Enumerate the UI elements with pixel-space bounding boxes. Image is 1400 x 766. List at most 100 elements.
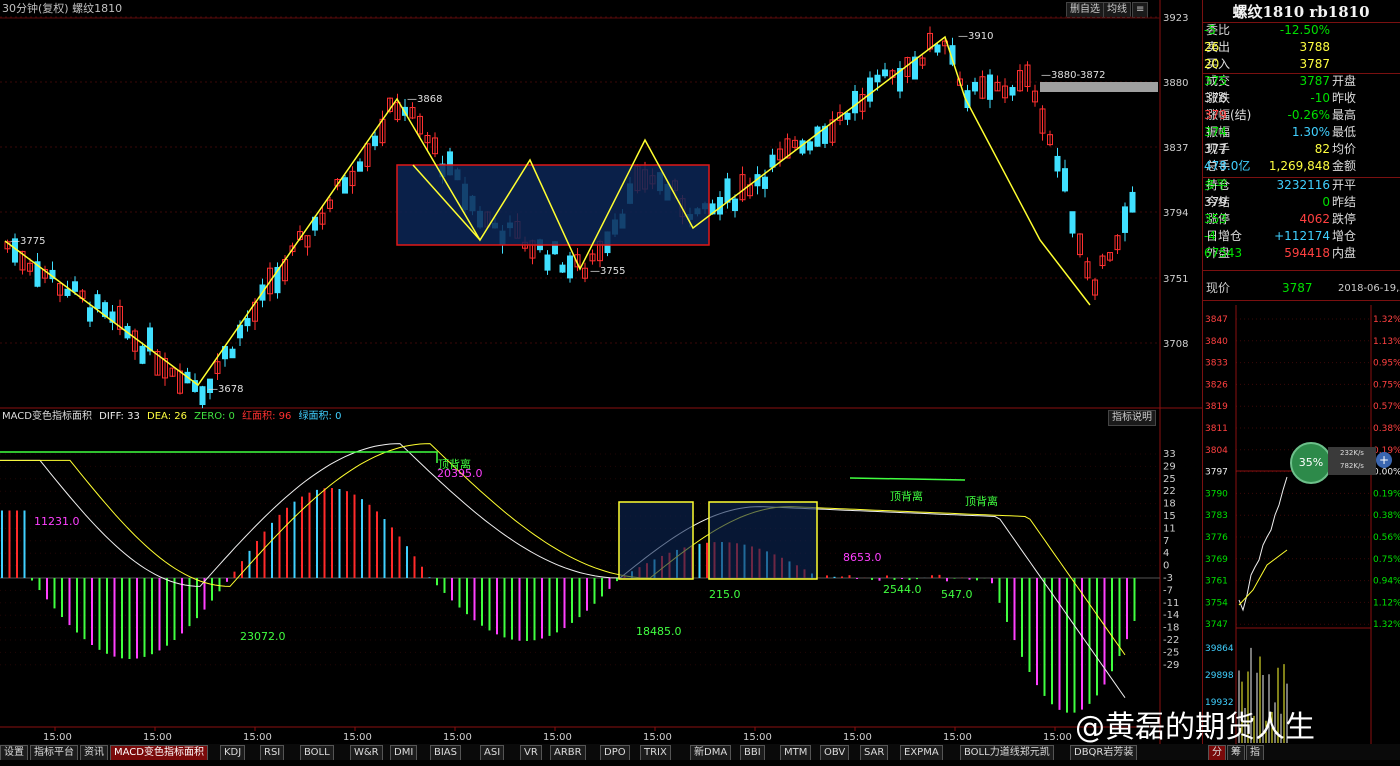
quote-value: 82: [1314, 142, 1330, 156]
price-annotation: —3868: [407, 94, 442, 105]
quote-label-2: 内盘: [1332, 246, 1357, 260]
indicator-tab[interactable]: MACD变色指标面积: [110, 745, 208, 761]
candle-body: [732, 198, 738, 212]
intraday-price-label: 3811: [1205, 424, 1228, 434]
indicator-tab[interactable]: DPO: [600, 745, 630, 761]
divergence-label: 顶背离: [438, 457, 471, 471]
candle-body: [72, 281, 78, 292]
price-annotation: —3755: [590, 266, 625, 277]
intraday-pct-label: 0.19%: [1373, 489, 1400, 499]
indicator-tab[interactable]: ASI: [480, 745, 505, 761]
time-tick-label: 15:00: [43, 732, 72, 743]
indicator-tab[interactable]: MTM: [780, 745, 812, 761]
candle-body: [882, 69, 888, 77]
intraday-pct-label: 0.94%: [1373, 577, 1400, 587]
intraday-pct-label: 0.75%: [1373, 555, 1400, 565]
time-tick-label: 15:00: [343, 732, 372, 743]
indicator-tab[interactable]: OBV: [820, 745, 850, 761]
indicator-tab[interactable]: TRIX: [640, 745, 671, 761]
panel-separator: [1202, 73, 1400, 74]
indicator-tab[interactable]: ARBR: [550, 745, 586, 761]
candle-body: [139, 345, 146, 364]
green-area-value: 绿面积: 0: [298, 411, 342, 422]
last-price-label: 现价: [1206, 281, 1231, 295]
indicator-tab[interactable]: W&R: [350, 745, 383, 761]
intraday-price-label: 3790: [1205, 489, 1228, 499]
candle-body: [867, 77, 873, 102]
intraday-pct-label: 0.00%: [1373, 468, 1400, 478]
quote-value-2: 20: [1204, 57, 1220, 71]
intraday-chart[interactable]: 3847 1.32% 3840 1.13% 3833 0.95% 3826 0.75% 3819…: [1203, 305, 1400, 745]
candle-body: [544, 254, 551, 271]
time-tick-label: 15:00: [143, 732, 172, 743]
indicator-tab[interactable]: BIAS: [430, 745, 461, 761]
dea-value: DEA: 26: [147, 411, 187, 422]
candle-body: [244, 318, 251, 327]
quote-label-2: 最高: [1332, 108, 1357, 122]
indicator-tab[interactable]: 新DMA: [690, 745, 732, 761]
area-label: 547.0: [941, 588, 973, 601]
quote-row: 总手 1,269,848 金额 478.0亿: [1204, 158, 1400, 175]
indicator-tab[interactable]: SAR: [860, 745, 889, 761]
indicator-tick-label: 4: [1163, 548, 1169, 559]
speed-gauge[interactable]: 35%: [1290, 442, 1332, 484]
time-tick-label: 15:00: [643, 732, 672, 743]
candle-body: [972, 81, 978, 92]
quote-label-2: 金额: [1332, 159, 1357, 173]
plus-icon[interactable]: +: [1376, 452, 1392, 468]
zero-value: ZERO: 0: [194, 411, 235, 422]
quote-label-2: 开盘: [1332, 74, 1357, 88]
indicator-header: MACD变色指标面积 DIFF: 33 DEA: 26 ZERO: 0 红面积:…: [2, 410, 345, 424]
quote-value: 4062: [1299, 212, 1330, 226]
quote-label-2: 最低: [1332, 125, 1357, 139]
indicator-tick-label: 7: [1163, 536, 1169, 547]
quote-row: 委比 -12.50% -5: [1204, 22, 1400, 39]
indicator-tab[interactable]: 设置: [0, 745, 28, 761]
quote-value-2: 374: [1204, 125, 1227, 139]
quote-row: 涨幅(结) -0.26% 最高 379: [1204, 107, 1400, 124]
area-label: 18485.0: [636, 625, 682, 638]
indicator-tick-label: 29: [1163, 461, 1176, 472]
download-speed: 782K/s: [1340, 462, 1364, 470]
area-label: 2544.0: [883, 583, 922, 596]
indicator-tick-label: 0: [1163, 561, 1169, 572]
indicator-tab[interactable]: BBI: [740, 745, 765, 761]
volume-tick-label: 29898: [1205, 671, 1234, 681]
quote-value: -0.26%: [1287, 108, 1330, 122]
time-tick-label: 15:00: [843, 732, 872, 743]
quote-value: 3788: [1299, 40, 1330, 54]
divergence-label: 顶背离: [890, 489, 923, 503]
indicator-tab[interactable]: BOLL力道线郑元凯: [960, 745, 1054, 761]
indicator-tab[interactable]: EXPMA: [900, 745, 943, 761]
indicator-tab[interactable]: BOLL: [300, 745, 334, 761]
candle-body: [229, 348, 236, 359]
trade-date: 2018-06-19,二: [1338, 283, 1400, 294]
area-label: 23072.0: [240, 630, 286, 643]
candle-body: [874, 74, 881, 83]
indicator-tab[interactable]: KDJ: [220, 745, 246, 761]
quote-value: 594418: [1284, 246, 1330, 260]
price-annotation: —3678: [208, 384, 243, 395]
candle-body: [1129, 191, 1136, 213]
candle-body: [934, 44, 941, 53]
indicator-tick-label: 15: [1163, 511, 1176, 522]
candle-body: [1069, 211, 1076, 234]
intraday-price-label: 3826: [1205, 380, 1228, 390]
time-tick-label: 15:00: [1043, 732, 1072, 743]
indicator-tab[interactable]: 资讯: [80, 745, 108, 761]
intraday-pct-label: 1.32%: [1373, 620, 1400, 630]
indicator-tab[interactable]: DMI: [390, 745, 418, 761]
indicator-tab[interactable]: RSI: [260, 745, 285, 761]
quote-row: 振幅 1.30% 最低 374: [1204, 124, 1400, 141]
candle-body: [1122, 206, 1128, 233]
indicator-help-button[interactable]: 指标说明: [1108, 410, 1156, 426]
indicator-tick-label: -18: [1163, 623, 1179, 634]
candle-body: [852, 90, 858, 114]
intraday-pct-label: 0.38%: [1373, 511, 1400, 521]
quote-row: 现手 82 均价 377: [1204, 141, 1400, 158]
indicator-tab[interactable]: VR: [520, 745, 542, 761]
quote-label-2: 昨收: [1332, 91, 1357, 105]
indicator-tab[interactable]: 指标平台: [30, 745, 78, 761]
kline-chart[interactable]: 3923 3880 3837 3794 3751 3708 —3775 —3678 —3868 —…: [0, 0, 1202, 744]
quote-row: 持仓 3232116 开平 多平: [1204, 177, 1400, 194]
